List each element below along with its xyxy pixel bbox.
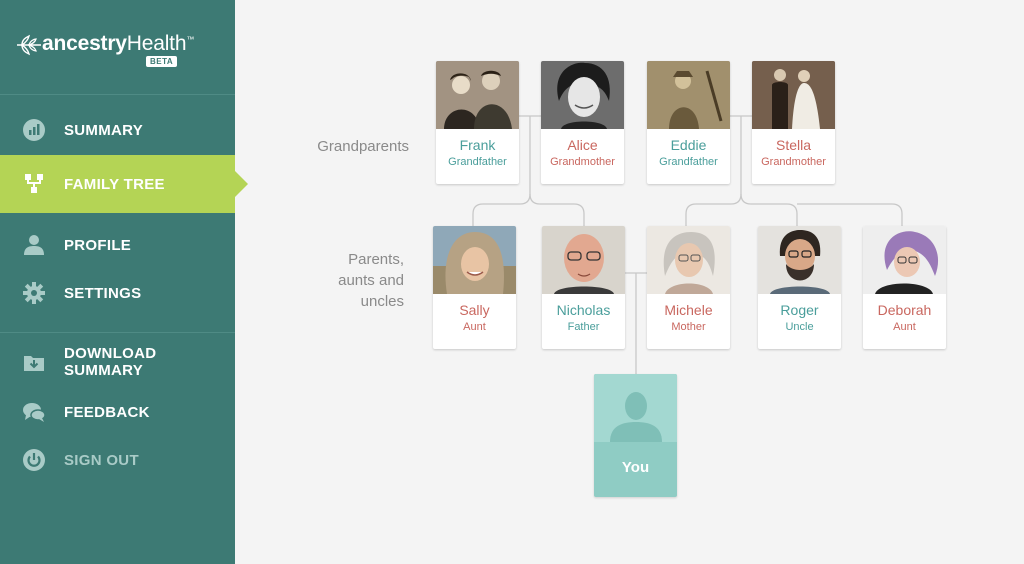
photo-deborah	[863, 226, 946, 294]
photo-sally	[433, 226, 516, 294]
person-name: Roger	[780, 302, 819, 318]
parents-row-label: Parents, aunts and uncles	[338, 251, 404, 310]
person-card-roger[interactable]: Roger Uncle	[758, 226, 841, 349]
sidebar-item-profile[interactable]: PROFILE	[0, 221, 235, 269]
person-name: Nicholas	[556, 302, 611, 318]
person-relation: Grandmother	[761, 156, 826, 168]
sidebar-item-label: FAMILY TREE	[64, 175, 165, 193]
person-name: Deborah	[877, 302, 932, 318]
avatar	[594, 374, 677, 442]
person-name: Eddie	[670, 137, 707, 153]
photo-michele	[647, 226, 730, 294]
person-relation: Mother	[671, 321, 706, 333]
sidebar-item-family-tree[interactable]: FAMILY TREE	[0, 155, 248, 213]
sidebar-item-sign-out[interactable]: SIGN OUT	[0, 436, 235, 484]
person-card-michele[interactable]: Michele Mother	[647, 226, 730, 349]
photo-stella	[752, 61, 835, 129]
family-tree-icon	[22, 172, 46, 196]
sidebar-item-settings[interactable]: SETTINGS	[0, 269, 235, 317]
person-name: Alice	[567, 137, 598, 153]
sidebar-item-label: SETTINGS	[64, 284, 142, 302]
chat-bubbles-icon	[22, 400, 46, 424]
sidebar-item-download-summary[interactable]: DOWNLOAD SUMMARY	[0, 338, 235, 386]
person-name: Sally	[459, 302, 490, 318]
sidebar-item-label: SUMMARY	[64, 121, 144, 139]
sidebar-divider	[0, 332, 235, 333]
person-card-alice[interactable]: Alice Grandmother	[541, 61, 624, 184]
sidebar: ancestryHealth™ BETA SUMMARY FAMILY TREE…	[0, 0, 248, 564]
person-card-eddie[interactable]: Eddie Grandfather	[647, 61, 730, 184]
photo-eddie	[647, 61, 730, 129]
leaf-icon	[17, 34, 41, 56]
person-name: Stella	[775, 137, 812, 153]
sidebar-item-label: SIGN OUT	[64, 451, 139, 469]
photo-alice	[541, 61, 624, 129]
photo-frank	[436, 61, 519, 129]
sidebar-item-label: PROFILE	[64, 236, 132, 254]
sidebar-divider	[0, 94, 235, 95]
grandparents-row-label: Grandparents	[317, 138, 409, 155]
logo-wordmark: ancestryHealth™	[42, 32, 195, 55]
person-relation: Uncle	[785, 321, 814, 333]
person-card-deborah[interactable]: Deborah Aunt	[863, 226, 946, 349]
person-card-nicholas[interactable]: Nicholas Father	[542, 226, 625, 349]
person-relation: Aunt	[463, 321, 486, 333]
person-relation: Grandmother	[550, 156, 615, 168]
person-card-you[interactable]: You	[594, 374, 677, 497]
sidebar-item-label: DOWNLOAD SUMMARY	[64, 345, 157, 379]
sidebar-item-feedback[interactable]: FEEDBACK	[0, 388, 235, 436]
bar-chart-icon	[22, 118, 46, 142]
person-relation: Aunt	[893, 321, 916, 333]
person-icon	[22, 233, 46, 257]
beta-badge: BETA	[146, 56, 178, 67]
person-relation: Grandfather	[448, 156, 507, 168]
gear-icon	[22, 281, 46, 305]
person-relation: Grandfather	[659, 156, 718, 168]
sidebar-item-label: FEEDBACK	[64, 403, 150, 421]
sidebar-item-summary[interactable]: SUMMARY	[0, 106, 235, 154]
person-relation: Father	[567, 321, 600, 333]
person-silhouette-icon	[609, 392, 662, 442]
ancestry-health-logo[interactable]: ancestryHealth™ BETA	[16, 32, 216, 72]
person-card-sally[interactable]: Sally Aunt	[433, 226, 516, 349]
power-icon	[22, 448, 46, 472]
person-card-frank[interactable]: Frank Grandfather	[436, 61, 519, 184]
person-name: Michele	[664, 302, 713, 318]
photo-nicholas	[542, 226, 625, 294]
download-icon	[22, 350, 46, 374]
you-label: You	[621, 459, 650, 476]
person-name: Frank	[459, 137, 496, 153]
photo-roger	[758, 226, 841, 294]
person-card-stella[interactable]: Stella Grandmother	[752, 61, 835, 184]
